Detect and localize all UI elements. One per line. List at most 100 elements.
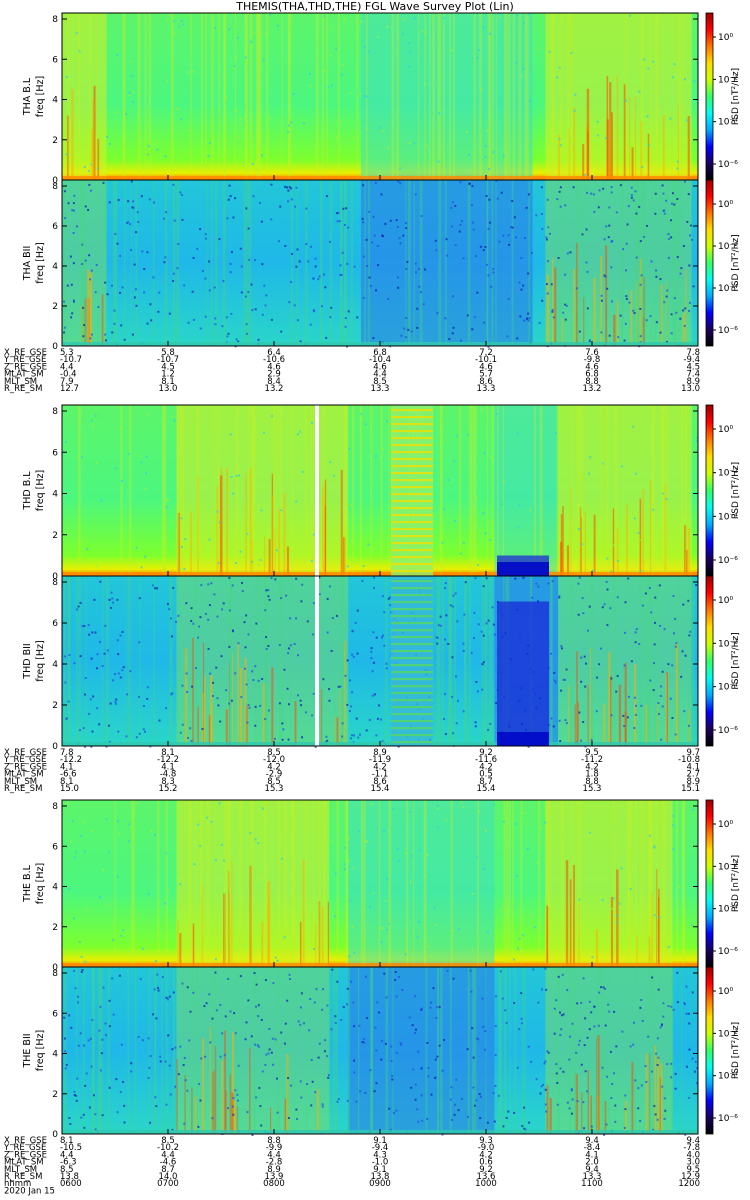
speckle bbox=[343, 18, 346, 21]
speckle bbox=[357, 736, 360, 739]
speckle bbox=[441, 1069, 444, 1072]
speckle bbox=[153, 833, 156, 836]
power-streak bbox=[327, 901, 330, 967]
speckle bbox=[571, 1098, 574, 1101]
speckle bbox=[538, 321, 541, 324]
speckle bbox=[612, 544, 615, 547]
broadband-streak bbox=[196, 967, 199, 1134]
broadband-streak bbox=[449, 13, 451, 180]
speckle bbox=[562, 311, 565, 314]
speckle bbox=[259, 488, 262, 491]
speckle bbox=[372, 631, 375, 634]
broadband-streak bbox=[129, 405, 132, 576]
speckle bbox=[447, 643, 450, 646]
broadband-streak bbox=[654, 576, 656, 746]
speckle bbox=[398, 237, 401, 240]
speckle bbox=[116, 53, 119, 56]
speckle bbox=[404, 953, 407, 956]
speckle bbox=[310, 1058, 313, 1061]
speckle bbox=[129, 223, 132, 226]
quiet-region bbox=[360, 180, 533, 346]
broadband-streak bbox=[281, 576, 284, 746]
speckle bbox=[616, 914, 619, 917]
broadband-streak bbox=[129, 576, 132, 746]
speckle bbox=[63, 326, 66, 329]
speckle bbox=[78, 111, 81, 114]
broadband-streak bbox=[385, 967, 389, 1134]
broadband-streak bbox=[85, 576, 87, 746]
power-streak bbox=[340, 470, 343, 576]
speckle bbox=[451, 201, 454, 204]
speckle bbox=[326, 1055, 329, 1058]
speckle bbox=[417, 166, 420, 169]
speckle bbox=[346, 703, 349, 706]
speckle bbox=[360, 20, 363, 23]
speckle bbox=[218, 238, 221, 241]
broadband-streak bbox=[77, 13, 81, 180]
speckle bbox=[231, 629, 234, 632]
speckle bbox=[148, 1066, 151, 1069]
stripe-line bbox=[391, 608, 433, 611]
speckle bbox=[689, 630, 692, 633]
speckle bbox=[479, 1095, 482, 1098]
speckle bbox=[634, 472, 637, 475]
speckle bbox=[246, 532, 249, 535]
speckle bbox=[492, 151, 495, 154]
broadband-streak bbox=[218, 13, 220, 180]
speckle bbox=[608, 224, 611, 227]
speckle bbox=[179, 906, 182, 909]
speckle bbox=[264, 979, 267, 982]
speckle bbox=[155, 1105, 158, 1108]
speckle bbox=[639, 335, 642, 338]
speckle bbox=[355, 717, 358, 720]
speckle bbox=[147, 1077, 150, 1080]
broadband-streak bbox=[651, 967, 655, 1134]
speckle bbox=[653, 846, 656, 849]
speckle bbox=[460, 801, 463, 804]
speckle bbox=[238, 474, 241, 477]
dropout-block bbox=[497, 601, 549, 746]
speckle bbox=[361, 217, 364, 220]
broadband-streak bbox=[508, 800, 511, 967]
speckle bbox=[359, 1090, 362, 1093]
speckle bbox=[64, 681, 67, 684]
speckle bbox=[353, 734, 356, 737]
speckle bbox=[271, 415, 274, 418]
speckle bbox=[233, 1012, 236, 1015]
speckle bbox=[619, 314, 622, 317]
speckle bbox=[128, 91, 131, 94]
broadband-streak bbox=[68, 576, 71, 746]
speckle bbox=[455, 434, 458, 437]
speckle bbox=[297, 694, 300, 697]
speckle bbox=[282, 728, 285, 731]
speckle bbox=[105, 1034, 108, 1037]
broadband-streak bbox=[612, 800, 615, 967]
speckle bbox=[325, 735, 328, 738]
speckle bbox=[155, 1017, 158, 1020]
broadband-streak bbox=[228, 576, 231, 746]
speckle bbox=[624, 601, 627, 604]
speckle bbox=[396, 848, 399, 851]
speckle bbox=[568, 1058, 571, 1061]
speckle bbox=[328, 585, 331, 588]
speckle bbox=[499, 970, 502, 973]
broadband-streak bbox=[449, 967, 452, 1134]
speckle bbox=[136, 211, 139, 214]
speckle bbox=[65, 1063, 68, 1066]
speckle bbox=[80, 1116, 83, 1119]
speckle bbox=[622, 714, 625, 717]
speckle bbox=[364, 1091, 367, 1094]
speckle bbox=[321, 1105, 324, 1108]
speckle bbox=[454, 244, 457, 247]
power-streak bbox=[546, 274, 549, 346]
speckle bbox=[356, 316, 359, 319]
speckle bbox=[323, 273, 326, 276]
speckle bbox=[582, 1101, 585, 1104]
speckle bbox=[419, 291, 422, 294]
speckle bbox=[123, 1121, 126, 1124]
speckle bbox=[232, 492, 235, 495]
speckle bbox=[76, 1077, 79, 1080]
speckle bbox=[376, 35, 379, 38]
speckle bbox=[639, 1119, 642, 1122]
speckle bbox=[120, 934, 123, 937]
